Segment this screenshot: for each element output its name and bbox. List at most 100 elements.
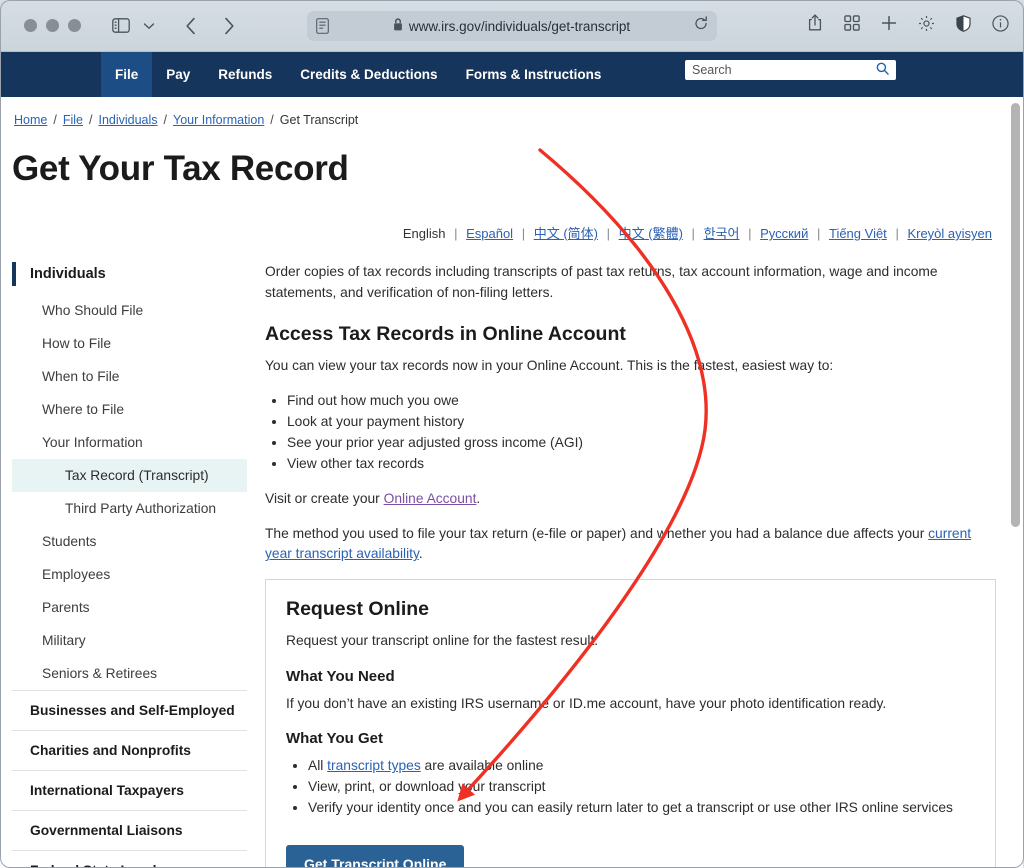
reload-icon[interactable] bbox=[694, 16, 708, 36]
request-online-card: Request Online Request your transcript o… bbox=[265, 579, 996, 868]
close-window-button[interactable] bbox=[24, 19, 37, 32]
sidebar-item-parents[interactable]: Parents bbox=[12, 591, 247, 624]
nav-item-forms-instructions[interactable]: Forms & Instructions bbox=[452, 52, 616, 97]
breadcrumb-item-file[interactable]: File bbox=[63, 113, 83, 127]
get-transcript-online-button[interactable]: Get Transcript Online bbox=[286, 845, 465, 868]
chevron-down-icon[interactable] bbox=[135, 12, 163, 40]
page-scrollbar[interactable] bbox=[1011, 97, 1020, 868]
sidebar-group-international-taxpayers[interactable]: International Taxpayers bbox=[12, 770, 247, 810]
language-current: English bbox=[402, 226, 446, 241]
sidebar-item-how-to-file[interactable]: How to File bbox=[12, 327, 247, 360]
new-tab-plus-icon[interactable] bbox=[877, 11, 901, 35]
sidebar-item-employees[interactable]: Employees bbox=[12, 558, 247, 591]
transcript-types-link[interactable]: transcript types bbox=[327, 758, 421, 773]
tab-grid-icon[interactable] bbox=[840, 11, 864, 35]
language-separator: | bbox=[521, 226, 526, 241]
browser-window: www.irs.gov/individuals/get-transcript F… bbox=[0, 0, 1024, 868]
site-search[interactable] bbox=[685, 60, 896, 80]
sidebar-item-who-should-file[interactable]: Who Should File bbox=[12, 294, 247, 327]
nav-item-credits-deductions[interactable]: Credits & Deductions bbox=[286, 52, 451, 97]
breadcrumb: Home / File / Individuals / Your Informa… bbox=[0, 97, 1024, 127]
browser-toolbar: www.irs.gov/individuals/get-transcript bbox=[0, 0, 1024, 52]
breadcrumb-separator: / bbox=[163, 113, 168, 127]
scrollbar-thumb[interactable] bbox=[1011, 103, 1020, 527]
visit-online-account-paragraph: Visit or create your Online Account. bbox=[265, 489, 996, 510]
section-heading-access-tax-records: Access Tax Records in Online Account bbox=[265, 323, 626, 346]
language-option-haitian-creole[interactable]: Kreyòl ayisyen bbox=[907, 226, 992, 241]
online-account-benefits-list: Find out how much you owe Look at your p… bbox=[287, 391, 996, 475]
info-circle-icon[interactable] bbox=[988, 11, 1012, 35]
card-subheading-what-you-get: What You Get bbox=[286, 730, 383, 748]
gear-icon[interactable] bbox=[914, 11, 938, 35]
sidebar-item-students[interactable]: Students bbox=[12, 525, 247, 558]
card-subheading-what-you-need: What You Need bbox=[286, 667, 395, 685]
breadcrumb-item-get-transcript: Get Transcript bbox=[279, 113, 359, 127]
language-option-vietnamese[interactable]: Tiếng Việt bbox=[829, 226, 887, 241]
list-item: Verify your identity once and you can ea… bbox=[308, 798, 975, 819]
nav-item-pay[interactable]: Pay bbox=[152, 52, 204, 97]
sidebar-group-charities-nonprofits[interactable]: Charities and Nonprofits bbox=[12, 730, 247, 770]
breadcrumb-item-home[interactable]: Home bbox=[14, 113, 47, 127]
main-content: Order copies of tax records including tr… bbox=[247, 262, 1024, 868]
list-item: Look at your payment history bbox=[287, 412, 996, 433]
card-what-you-need-text: If you don’t have an existing IRS userna… bbox=[286, 695, 887, 711]
language-option-russian[interactable]: Русский bbox=[760, 226, 808, 241]
shield-icon[interactable] bbox=[951, 11, 975, 35]
search-icon[interactable] bbox=[876, 62, 889, 78]
sidebar-item-third-party-authorization[interactable]: Third Party Authorization bbox=[12, 492, 247, 525]
address-bar[interactable]: www.irs.gov/individuals/get-transcript bbox=[307, 11, 717, 41]
list-item: View other tax records bbox=[287, 454, 996, 475]
sidebar-item-when-to-file[interactable]: When to File bbox=[12, 360, 247, 393]
list-item: All transcript types are available onlin… bbox=[308, 756, 975, 777]
search-input[interactable] bbox=[692, 63, 876, 77]
bullet-suffix-text: are available online bbox=[420, 758, 544, 774]
section-lead-paragraph: You can view your tax records now in you… bbox=[265, 358, 834, 374]
breadcrumb-item-your-information[interactable]: Your Information bbox=[173, 113, 264, 127]
breadcrumb-separator: / bbox=[53, 113, 57, 127]
browser-right-toolbar bbox=[803, 11, 1012, 35]
sidebar-item-military[interactable]: Military bbox=[12, 624, 247, 657]
lock-icon bbox=[393, 18, 403, 34]
sidebar-group-governmental-liaisons[interactable]: Governmental Liaisons bbox=[12, 810, 247, 850]
language-separator: | bbox=[606, 226, 611, 241]
breadcrumb-separator: / bbox=[88, 113, 93, 127]
list-item: Find out how much you owe bbox=[287, 391, 996, 412]
visit-prefix-text: Visit or create your bbox=[265, 490, 384, 506]
reader-view-icon[interactable] bbox=[316, 18, 329, 34]
sidebar: Individuals Who Should File How to File … bbox=[0, 262, 247, 868]
nav-item-refunds[interactable]: Refunds bbox=[204, 52, 286, 97]
sidebar-group-federal-state-local[interactable]: Federal State Local bbox=[12, 850, 247, 868]
sidebar-item-seniors-retirees[interactable]: Seniors & Retirees bbox=[12, 657, 247, 690]
minimize-window-button[interactable] bbox=[46, 19, 59, 32]
url-text: www.irs.gov/individuals/get-transcript bbox=[408, 18, 631, 34]
card-lead-paragraph: Request your transcript online for the f… bbox=[286, 633, 599, 648]
what-you-get-list: All transcript types are available onlin… bbox=[308, 756, 975, 819]
back-arrow-icon[interactable] bbox=[177, 12, 205, 40]
nav-item-file[interactable]: File bbox=[101, 52, 153, 97]
language-separator: | bbox=[454, 226, 458, 241]
list-item: View, print, or download your transcript bbox=[308, 777, 975, 798]
language-option-chinese-simplified[interactable]: 中文 (简体) bbox=[534, 226, 598, 241]
maximize-window-button[interactable] bbox=[68, 19, 81, 32]
card-heading-request-online: Request Online bbox=[286, 598, 430, 620]
site-navigation: File Pay Refunds Credits & Deductions Fo… bbox=[0, 52, 1024, 97]
language-separator: | bbox=[748, 226, 752, 241]
sidebar-item-your-information[interactable]: Your Information bbox=[12, 426, 247, 459]
breadcrumb-item-individuals[interactable]: Individuals bbox=[98, 113, 157, 127]
language-option-espanol[interactable]: Español bbox=[466, 226, 513, 241]
list-item: See your prior year adjusted gross incom… bbox=[287, 433, 996, 454]
breadcrumb-separator: / bbox=[270, 113, 274, 127]
sidebar-item-tax-record-transcript[interactable]: Tax Record (Transcript) bbox=[12, 459, 247, 492]
sidebar-toggle-icon[interactable] bbox=[107, 12, 135, 40]
online-account-link[interactable]: Online Account bbox=[384, 491, 477, 506]
forward-arrow-icon[interactable] bbox=[215, 12, 243, 40]
language-selector: English | Español | 中文 (简体) | 中文 (繁體) | … bbox=[0, 223, 1024, 242]
share-icon[interactable] bbox=[803, 11, 827, 35]
bullet-prefix-text: All bbox=[308, 758, 328, 774]
language-option-korean[interactable]: 한국어 bbox=[704, 226, 740, 241]
window-traffic-lights[interactable] bbox=[24, 19, 81, 32]
language-separator: | bbox=[691, 226, 695, 241]
language-option-chinese-traditional[interactable]: 中文 (繁體) bbox=[619, 226, 683, 241]
sidebar-item-where-to-file[interactable]: Where to File bbox=[12, 393, 247, 426]
sidebar-group-businesses-self-employed[interactable]: Businesses and Self-Employed bbox=[12, 690, 247, 730]
